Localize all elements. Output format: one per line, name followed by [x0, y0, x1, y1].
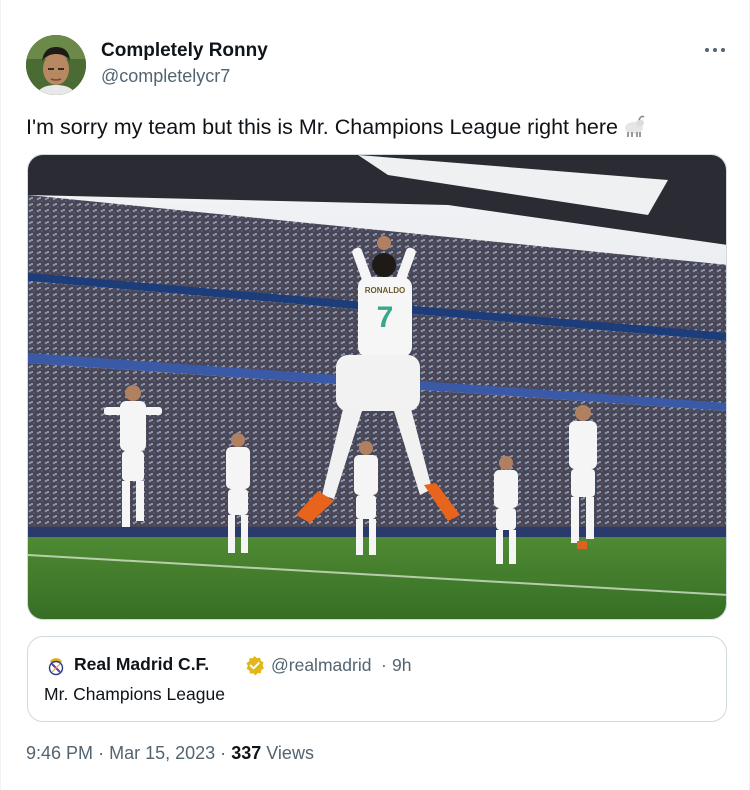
tweet-media[interactable]: RONALDO 7: [27, 154, 727, 620]
meta-separator-2: ·: [220, 743, 227, 763]
more-options-button[interactable]: [701, 38, 729, 62]
views-label: Views: [266, 743, 314, 763]
quoted-tweet-text: Mr. Champions League: [44, 684, 225, 704]
author-handle[interactable]: @completelycr7: [101, 66, 230, 87]
author-avatar[interactable]: [26, 35, 86, 95]
quoted-tweet-time[interactable]: 9h: [392, 655, 411, 676]
tweet-date[interactable]: Mar 15, 2023: [109, 743, 215, 763]
more-horizontal-icon: [705, 48, 725, 52]
views-count[interactable]: 337: [231, 743, 261, 763]
avatar-image: [26, 35, 86, 95]
author-display-name[interactable]: Completely Ronny: [101, 40, 268, 62]
tweet-body: I'm sorry my team but this is Mr. Champi…: [26, 115, 619, 139]
quoted-tweet[interactable]: Real Madrid C.F. @realmadrid · 9h Mr. Ch…: [27, 636, 727, 722]
jersey-name: RONALDO: [365, 286, 405, 295]
tweet-time[interactable]: 9:46 PM: [26, 743, 93, 763]
tweet-card: Completely Ronny @completelycr7 I'm sorr…: [0, 0, 750, 790]
quoted-author-name: Real Madrid C.F.: [74, 654, 210, 674]
real-madrid-crest-icon: [45, 654, 67, 676]
goat-emoji-icon: [620, 114, 646, 144]
tweet-text: I'm sorry my team but this is Mr. Champi…: [26, 114, 646, 144]
quoted-author-handle: @realmadrid: [271, 655, 372, 675]
quote-separator: ·: [381, 655, 387, 675]
stadium-celebration-photo: RONALDO 7: [28, 155, 726, 619]
jersey-number: 7: [377, 301, 394, 334]
tweet-meta: 9:46 PM · Mar 15, 2023 · 337 Views: [26, 743, 314, 764]
verified-badge-icon: [244, 655, 265, 676]
meta-separator: ·: [98, 743, 105, 763]
